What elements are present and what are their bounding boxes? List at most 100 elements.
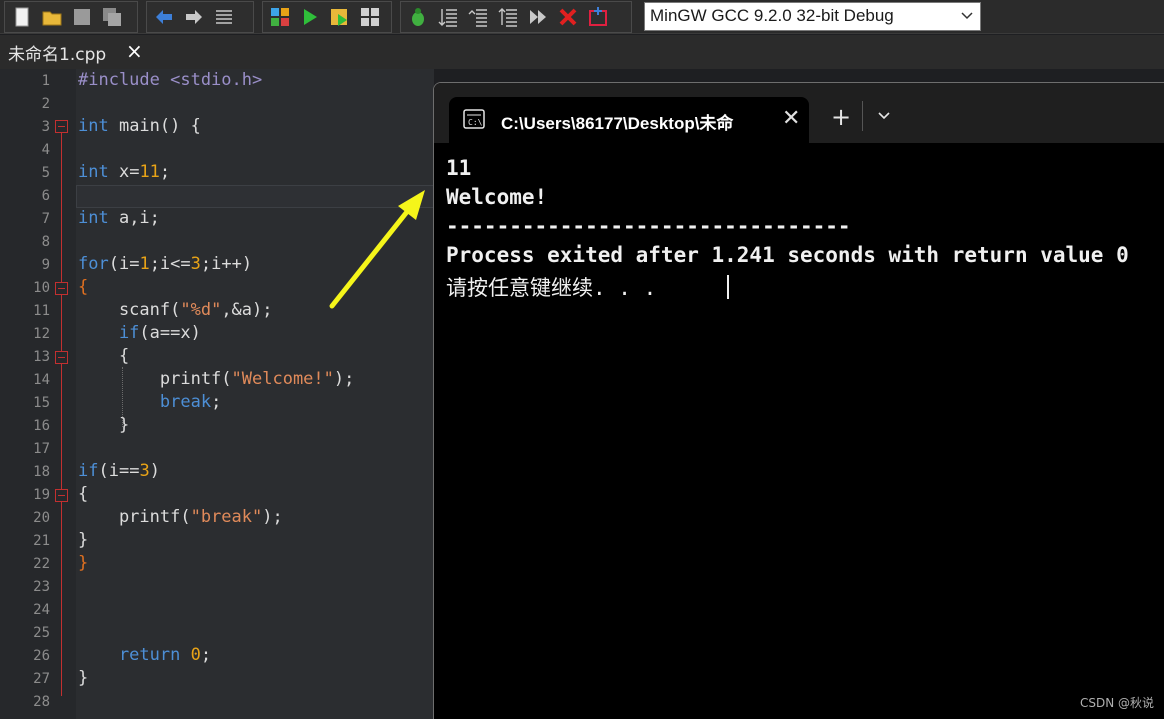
arrow-left-icon: [156, 10, 172, 24]
line-number: 22: [33, 556, 50, 572]
keyword-token: int: [78, 116, 109, 136]
code-line-12: if(a==x): [78, 323, 201, 343]
string-token: "break": [190, 507, 263, 527]
terminal-output-line: 11: [446, 156, 472, 180]
string-token: "Welcome!": [231, 369, 334, 389]
run-button[interactable]: [297, 4, 323, 30]
indent-icon: [438, 9, 457, 27]
profile-chart-icon: [589, 7, 607, 26]
number-token: 11: [139, 162, 160, 182]
next-step-button[interactable]: [525, 4, 551, 30]
close-icon[interactable]: ×: [126, 39, 143, 63]
code-token: ,&a);: [221, 300, 273, 320]
save-button[interactable]: [69, 4, 95, 30]
line-number: 23: [33, 579, 50, 595]
number-token: 1: [139, 254, 150, 274]
code-line-26: return 0;: [78, 645, 211, 665]
terminal-title-bar: C:\ C:\Users\86177\Desktop\未命 ✕ +: [434, 83, 1164, 143]
new-file-button[interactable]: [9, 4, 35, 30]
keyword-token: if: [78, 323, 140, 343]
code-line-13: {: [78, 346, 130, 366]
fold-icon[interactable]: [55, 120, 68, 133]
code-token: ): [149, 461, 160, 481]
compile-run-button[interactable]: [327, 4, 353, 30]
terminal-window[interactable]: C:\ C:\Users\86177\Desktop\未命 ✕ + 11 Wel…: [433, 82, 1164, 719]
fold-icon[interactable]: [55, 282, 68, 295]
new-file-icon: [15, 7, 29, 27]
file-toolbar-group: [4, 1, 138, 33]
keyword-token: if: [78, 461, 99, 481]
code-token: (a==x): [139, 323, 201, 343]
open-folder-icon: [42, 11, 62, 26]
chevron-down-icon[interactable]: [877, 111, 891, 121]
compiler-select-value: MinGW GCC 9.2.0 32-bit Debug: [650, 6, 894, 25]
file-tab[interactable]: 未命名1.cpp ×: [0, 35, 152, 69]
code-line-5: int x=11;: [78, 162, 170, 182]
terminal-output-line: --------------------------------: [446, 214, 851, 238]
line-number: 7: [41, 211, 50, 227]
build-toolbar-group: [262, 1, 392, 33]
text-format-icon: [216, 10, 232, 24]
line-number: 20: [33, 510, 50, 526]
indent-button[interactable]: [435, 4, 461, 30]
code-line-14: printf("Welcome!");: [78, 369, 355, 389]
new-tab-icon[interactable]: +: [831, 103, 851, 131]
terminal-tab[interactable]: C:\ C:\Users\86177\Desktop\未命 ✕: [449, 97, 809, 143]
find-button[interactable]: [211, 4, 237, 30]
code-line-10: {: [78, 277, 89, 297]
line-number: 17: [33, 441, 50, 457]
divider: [862, 101, 863, 131]
open-file-button[interactable]: [39, 4, 65, 30]
close-icon[interactable]: ✕: [782, 106, 800, 131]
console-icon: C:\: [463, 109, 485, 129]
debug-button[interactable]: [405, 4, 431, 30]
line-number: 25: [33, 625, 50, 641]
compiler-select[interactable]: MinGW GCC 9.2.0 32-bit Debug: [644, 2, 981, 31]
rebuild-button[interactable]: [357, 4, 383, 30]
compile-button[interactable]: [267, 4, 293, 30]
code-line-16: }: [78, 415, 130, 435]
code-token: ;i<=: [149, 254, 191, 274]
keyword-token: int: [78, 208, 109, 228]
line-number: 9: [41, 257, 50, 273]
fold-line-main: [61, 126, 62, 696]
file-tab-name: 未命名1.cpp: [8, 44, 107, 65]
code-line-3: int main() {: [78, 116, 201, 136]
undo-button[interactable]: [151, 4, 177, 30]
line-number: 10: [33, 280, 50, 296]
fold-icon[interactable]: [55, 489, 68, 502]
file-tab-bar: 未命名1.cpp ×: [0, 35, 1164, 69]
code-token: (i=: [108, 254, 140, 274]
code-line-27: }: [78, 668, 89, 688]
toggle-comment-button[interactable]: [495, 4, 521, 30]
code-token: a,i;: [108, 208, 160, 228]
terminal-output-line: Process exited after 1.241 seconds with …: [446, 243, 1129, 267]
code-line-11: scanf("%d",&a);: [78, 300, 273, 320]
debug-toolbar-group: [400, 1, 632, 33]
watermark: CSDN @秋说: [1080, 696, 1155, 710]
code-line-19: {: [78, 484, 89, 504]
code-line-21: }: [78, 530, 89, 550]
line-number: 16: [33, 418, 50, 434]
code-token: ;i++): [200, 254, 253, 274]
comment-lines-icon: [498, 8, 517, 27]
code-token: );: [333, 369, 355, 389]
redo-button[interactable]: [181, 4, 207, 30]
string-token: "%d": [180, 300, 222, 320]
profile-button[interactable]: [585, 4, 611, 30]
line-number: 26: [33, 648, 50, 664]
line-number: 12: [33, 326, 50, 342]
chevron-down-icon: [961, 12, 973, 20]
code-line-9: for(i=1;i<=3;i++): [78, 254, 252, 274]
stop-button[interactable]: [555, 4, 581, 30]
keyword-token: break: [78, 392, 212, 412]
unindent-button[interactable]: [465, 4, 491, 30]
code-line-15: break;: [78, 392, 221, 412]
line-number: 2: [41, 96, 50, 112]
code-line-1: #include <stdio.h>: [78, 70, 262, 90]
code-editor[interactable]: 1 2 3 4 5 6 7 8 9 10 11 12 13 14 15 16 17 18 19 20 21 22 23 24 2…: [0, 69, 434, 719]
save-all-button[interactable]: [99, 4, 125, 30]
fold-icon[interactable]: [55, 351, 68, 364]
red-x-icon: [559, 8, 577, 26]
